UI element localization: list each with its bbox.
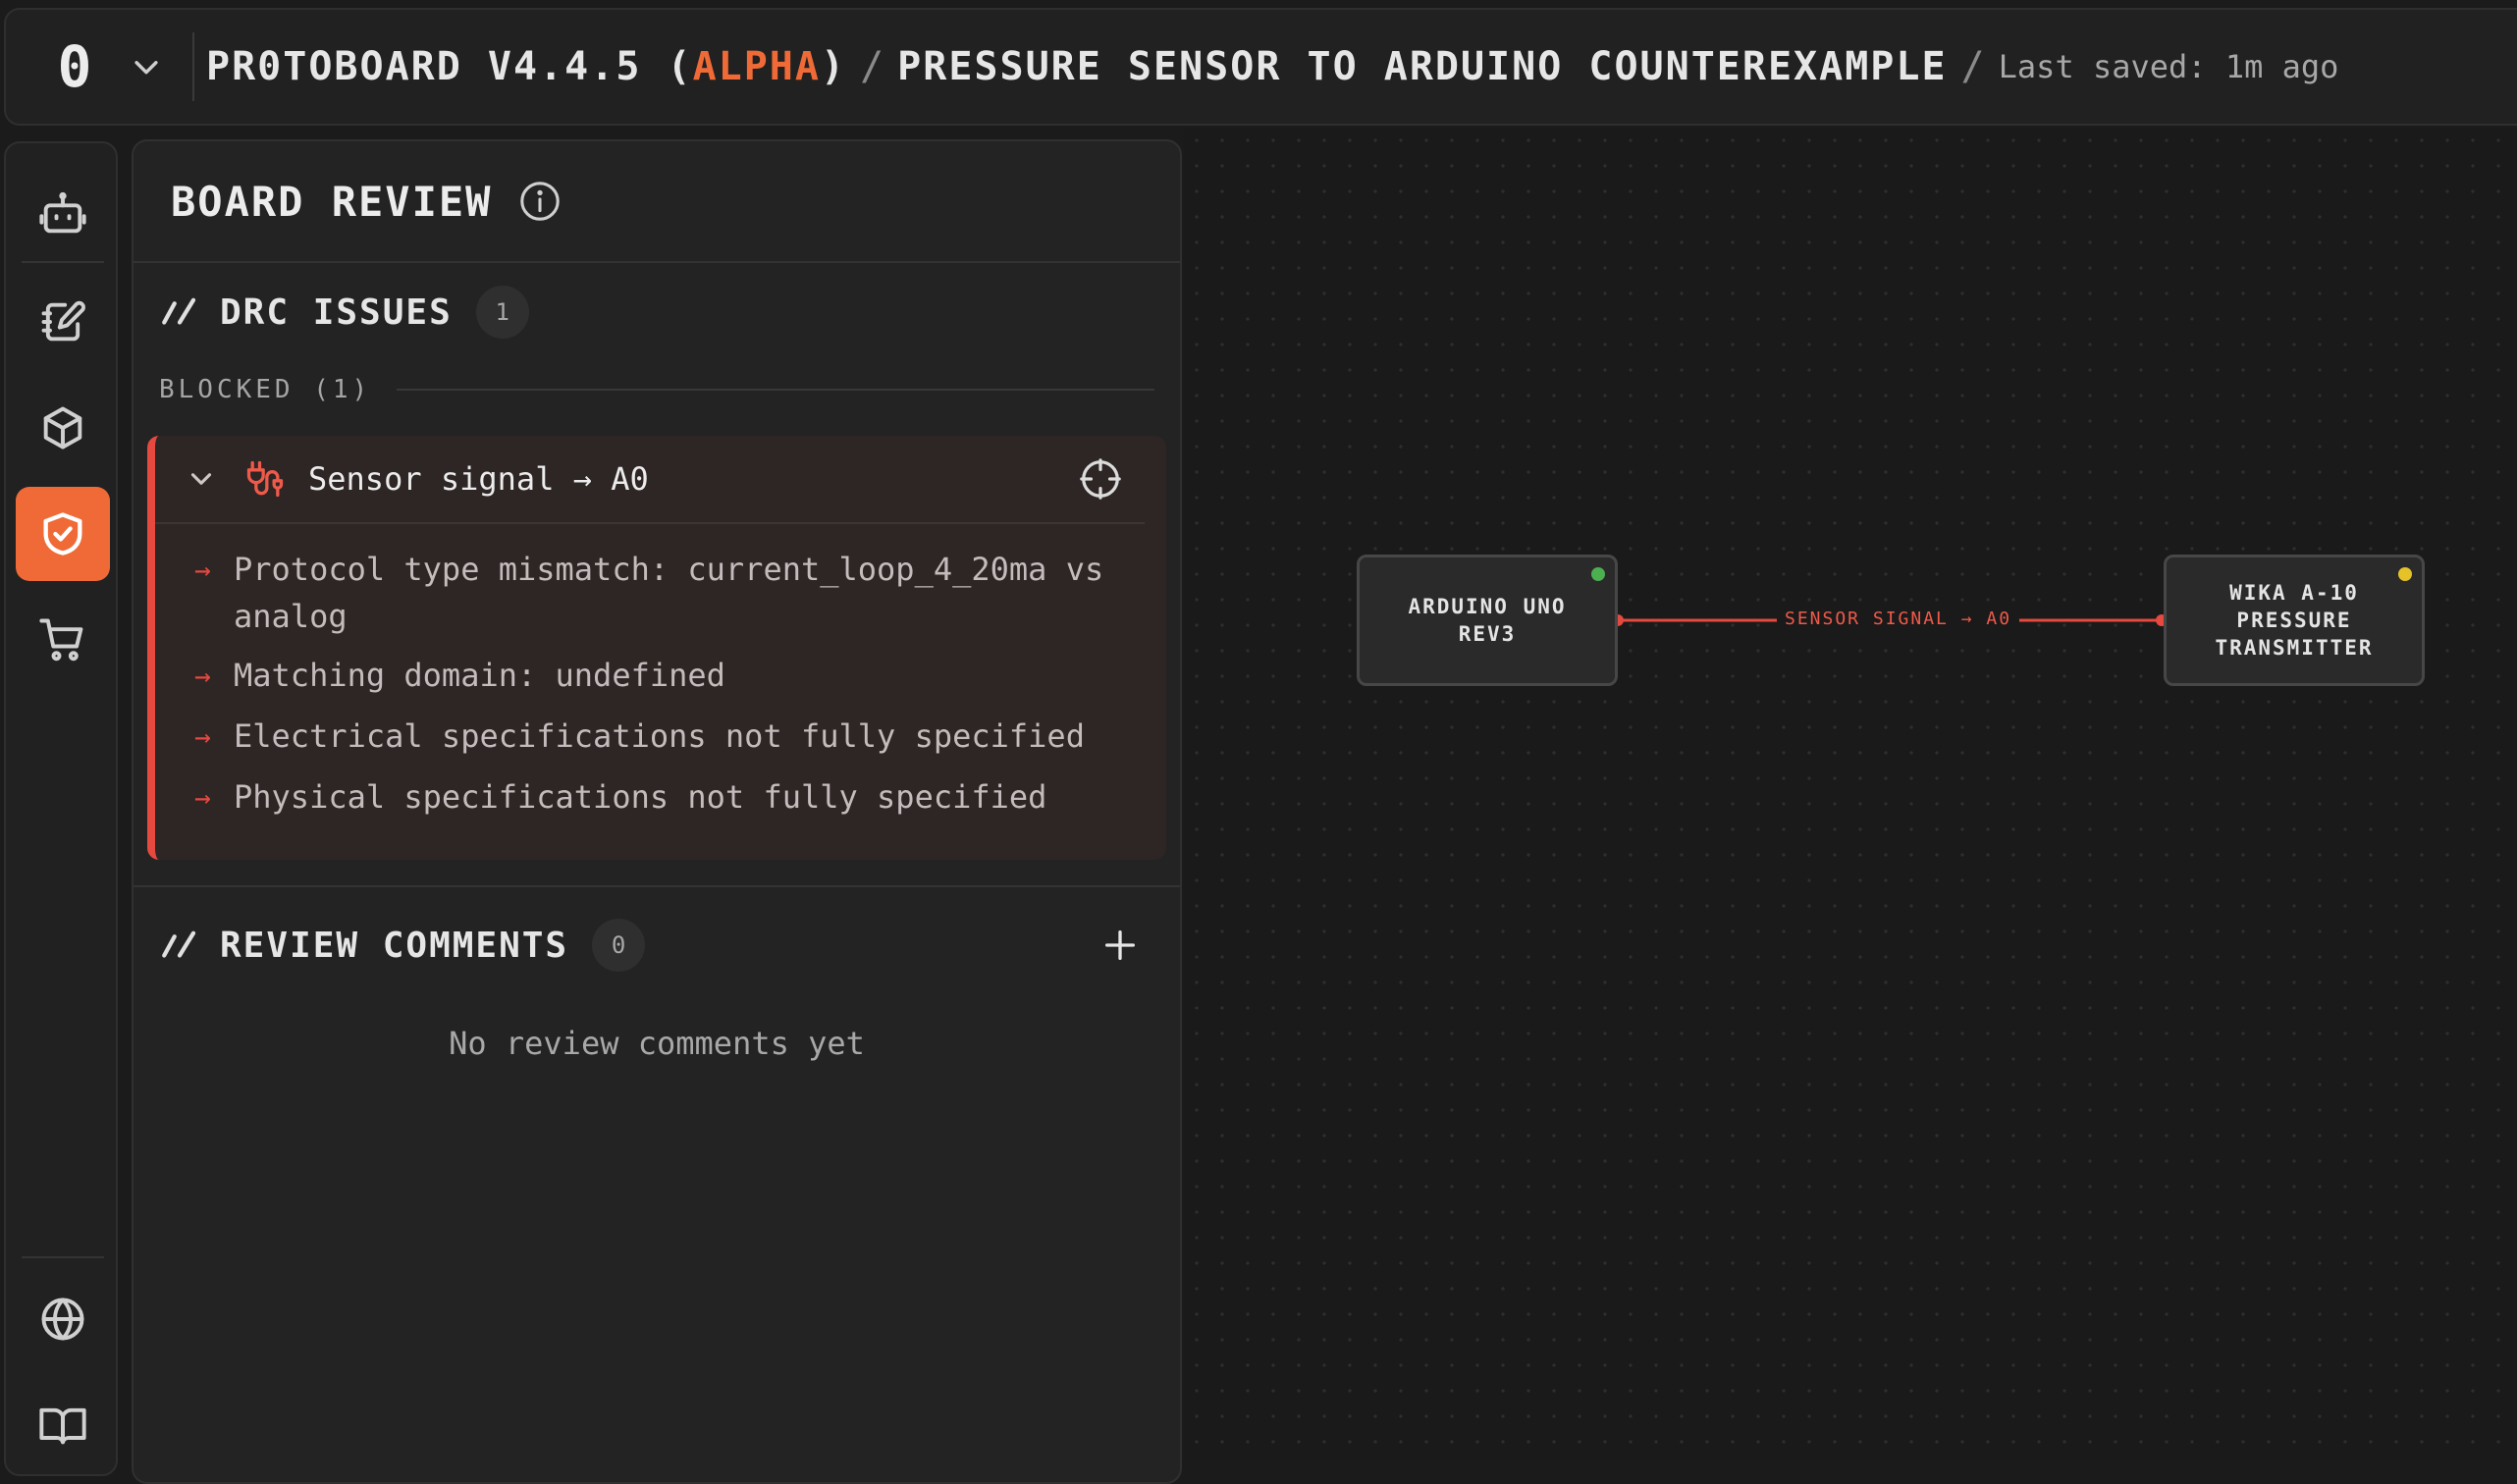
issue-detail: → Matching domain: undefined bbox=[194, 652, 1127, 701]
issue-title: Sensor signal → A0 bbox=[308, 460, 649, 498]
drc-issues-title: DRC ISSUES bbox=[220, 292, 453, 333]
issue-detail: → Electrical specifications not fully spe… bbox=[194, 713, 1127, 762]
rail-cart-button[interactable] bbox=[16, 593, 110, 687]
node-label: ARDUINO UNO REV3 bbox=[1408, 595, 1567, 646]
node-arduino-uno[interactable]: ARDUINO UNO REV3 bbox=[1357, 555, 1618, 686]
issue-header[interactable]: Sensor signal → A0 bbox=[155, 436, 1145, 524]
status-dot bbox=[1591, 567, 1605, 581]
wire-label[interactable]: SENSOR SIGNAL → A0 bbox=[1777, 609, 2020, 629]
board-review-panel: BOARD REVIEW DRC ISSUES 1 BLOCKED (1) Se… bbox=[132, 139, 1182, 1484]
drc-issues-count: 1 bbox=[475, 286, 529, 339]
left-rail bbox=[4, 141, 118, 1476]
robot-icon bbox=[39, 191, 86, 234]
review-comments-header[interactable]: REVIEW COMMENTS 0 bbox=[134, 887, 1180, 1003]
globe-icon bbox=[41, 1298, 84, 1341]
double-slash-icon bbox=[162, 297, 196, 325]
alpha-tag: ALPHA bbox=[692, 44, 821, 89]
drc-issue-card: Sensor signal → A0 → Protocol type mismat… bbox=[147, 436, 1166, 860]
crosshair-icon[interactable] bbox=[1078, 456, 1123, 502]
node-pressure-transmitter[interactable]: WIKA A-10 PRESSURE TRANSMITTER bbox=[2164, 555, 2425, 686]
wire-layer bbox=[1612, 614, 2168, 626]
blocked-group-label: BLOCKED (1) bbox=[159, 375, 372, 404]
panel-header: BOARD REVIEW bbox=[134, 141, 1180, 263]
issue-detail: → Physical specifications not fully speci… bbox=[194, 773, 1127, 822]
review-comments-title: REVIEW COMMENTS bbox=[220, 925, 569, 966]
rail-notebook-button[interactable] bbox=[16, 275, 110, 369]
plug-icon bbox=[246, 460, 284, 498]
app-logo[interactable]: 0 bbox=[33, 26, 116, 108]
breadcrumb-separator: / bbox=[1960, 44, 1985, 89]
rail-parts-button[interactable] bbox=[16, 381, 110, 475]
group-divider bbox=[397, 389, 1154, 391]
add-comment-button[interactable] bbox=[1096, 921, 1145, 970]
rail-review-button[interactable] bbox=[16, 487, 110, 581]
app-name: PR0TOBOARD V4.4.5 (ALPHA) bbox=[206, 44, 847, 89]
schematic-canvas[interactable]: SENSOR SIGNAL → A0 ARDUINO UNO REV3 WIKA… bbox=[1184, 128, 2517, 1460]
plus-icon bbox=[1105, 930, 1135, 960]
info-icon[interactable] bbox=[517, 179, 562, 224]
empty-comments-message: No review comments yet bbox=[449, 1025, 865, 1062]
drc-issues-header[interactable]: DRC ISSUES 1 bbox=[134, 263, 1180, 361]
cube-icon bbox=[43, 406, 82, 450]
cart-icon bbox=[39, 618, 83, 662]
rail-robot-button[interactable] bbox=[16, 167, 110, 261]
notebook-edit-icon bbox=[41, 300, 85, 342]
arrow-right-icon: → bbox=[194, 660, 211, 692]
topbar-divider bbox=[192, 32, 194, 101]
node-label: WIKA A-10 PRESSURE TRANSMITTER bbox=[2215, 581, 2374, 660]
review-comments-count: 0 bbox=[592, 919, 646, 972]
double-slash-icon bbox=[162, 930, 196, 958]
rail-docs-button[interactable] bbox=[16, 1378, 110, 1472]
rail-divider bbox=[22, 261, 104, 263]
book-icon bbox=[39, 1407, 86, 1445]
save-status: Last saved: 1m ago bbox=[1998, 48, 2339, 85]
rail-divider bbox=[22, 1256, 104, 1258]
chevron-down-icon[interactable] bbox=[122, 42, 171, 91]
chevron-down-icon[interactable] bbox=[185, 462, 218, 496]
arrow-right-icon: → bbox=[194, 781, 211, 814]
rail-globe-button[interactable] bbox=[16, 1272, 110, 1366]
shield-check-icon bbox=[43, 512, 82, 556]
panel-title: BOARD REVIEW bbox=[171, 177, 493, 226]
arrow-right-icon: → bbox=[194, 554, 211, 586]
arrow-right-icon: → bbox=[194, 720, 211, 753]
issue-detail: → Protocol type mismatch: current_loop_4_… bbox=[194, 546, 1127, 640]
status-dot bbox=[2398, 567, 2412, 581]
blocked-group: BLOCKED (1) bbox=[134, 365, 1180, 414]
issue-details: → Protocol type mismatch: current_loop_4_… bbox=[155, 546, 1166, 822]
project-name[interactable]: PRESSURE SENSOR TO ARDUINO COUNTEREXAMPL… bbox=[897, 44, 1947, 89]
breadcrumb-separator: / bbox=[860, 44, 884, 89]
top-bar: 0 PR0TOBOARD V4.4.5 (ALPHA) / PRESSURE S… bbox=[4, 8, 2517, 126]
